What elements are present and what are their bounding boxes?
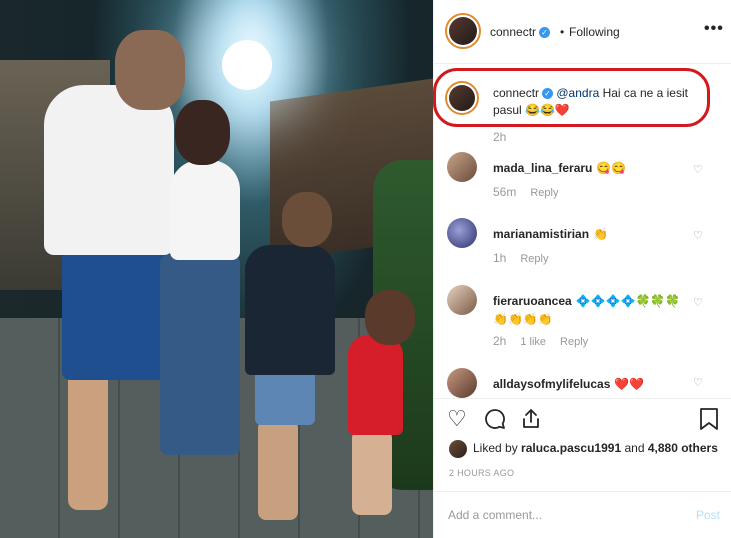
commenter-avatar[interactable] [447,152,477,182]
commenter-avatar[interactable] [447,218,477,248]
commenter-avatar[interactable] [447,285,477,315]
comment-text: fieraruoancea 💠💠💠💠🍀🍀🍀👏👏👏👏 [493,292,693,328]
section-divider [434,398,731,399]
man-head [115,30,185,110]
comment-username[interactable]: marianamistirian [493,227,589,241]
comment-text: mada_lina_feraru 😋😋 [493,159,693,177]
like-comment-heart-icon[interactable]: ♡ [693,296,705,309]
man-legs [68,370,108,510]
verified-badge-icon: ✓ [539,27,551,39]
boy-legs [258,420,298,520]
like-comment-heart-icon[interactable]: ♡ [693,163,705,176]
like-comment-heart-icon[interactable]: ♡ [693,376,705,389]
girl-head [365,290,415,345]
add-comment-bar: Add a comment... Post [434,491,731,538]
comment-text: alldaysofmylifelucas ❤️❤️ [493,375,693,393]
liker-avatar[interactable] [449,440,467,458]
like-heart-icon[interactable]: ♡ [447,407,467,431]
commenter-avatar[interactable] [447,368,477,398]
woman-shirt [170,160,240,260]
like-comment-heart-icon[interactable]: ♡ [693,229,705,242]
street-lamp [222,40,272,90]
bookmark-icon[interactable] [698,407,720,436]
likes-connector: and [624,441,645,456]
liker-username[interactable]: raluca.pascu1991 [521,441,621,455]
boy-head [282,192,332,247]
boy-shirt [245,245,335,375]
woman-head [175,100,230,165]
comment-username[interactable]: mada_lina_feraru [493,161,592,175]
comment-body: 😋😋 [596,161,627,175]
add-comment-input[interactable]: Add a comment... [448,508,542,522]
boy-shorts [255,370,315,425]
girl-legs [352,430,392,515]
post-date[interactable]: 2 HOURS AGO [449,468,514,478]
comment-body: ❤️❤️ [614,377,645,391]
woman-pants [160,255,240,455]
following-button[interactable]: Following [569,25,620,39]
likes-others-link[interactable]: 4,880 others [648,441,718,455]
post-actions: ♡ [434,405,731,435]
reply-button[interactable]: Reply [530,187,558,199]
comment-meta: 56m Reply [493,185,572,199]
comment-time[interactable]: 1h [493,251,506,265]
comment-username[interactable]: alldaysofmylifelucas [493,377,610,391]
share-icon[interactable] [519,407,543,436]
likes-summary: Liked by raluca.pascu1991 and 4,880 othe… [449,440,729,458]
comment-time[interactable]: 56m [493,185,516,199]
comment-text: marianamistirian 👏 [493,225,693,243]
man-shorts [62,250,172,380]
author-username[interactable]: connectr ✓ [490,25,551,39]
post-comment-button[interactable]: Post [696,508,720,522]
comment-meta: 1h Reply [493,251,562,265]
highlight-annotation-box [433,68,710,127]
author-avatar[interactable] [445,13,481,49]
caption-timestamp[interactable]: 2h [493,130,506,144]
comment-username[interactable]: fieraruoancea [493,294,572,308]
comment-time[interactable]: 2h [493,334,506,348]
post-photo[interactable] [0,0,433,538]
comment-bubble-icon[interactable] [483,407,507,436]
likes-prefix: Liked by [473,441,518,456]
separator-dot: • [560,25,565,39]
post-header: connectr ✓ • Following ••• [434,0,731,64]
more-options-icon[interactable]: ••• [704,20,724,38]
reply-button[interactable]: Reply [520,253,548,265]
reply-button[interactable]: Reply [560,336,588,348]
girl-dress [348,335,403,435]
man-shirt [44,85,174,255]
comment-body: 👏 [593,227,608,241]
comment-meta: 2h 1 like Reply [493,334,602,348]
comment-like-count[interactable]: 1 like [520,336,546,348]
